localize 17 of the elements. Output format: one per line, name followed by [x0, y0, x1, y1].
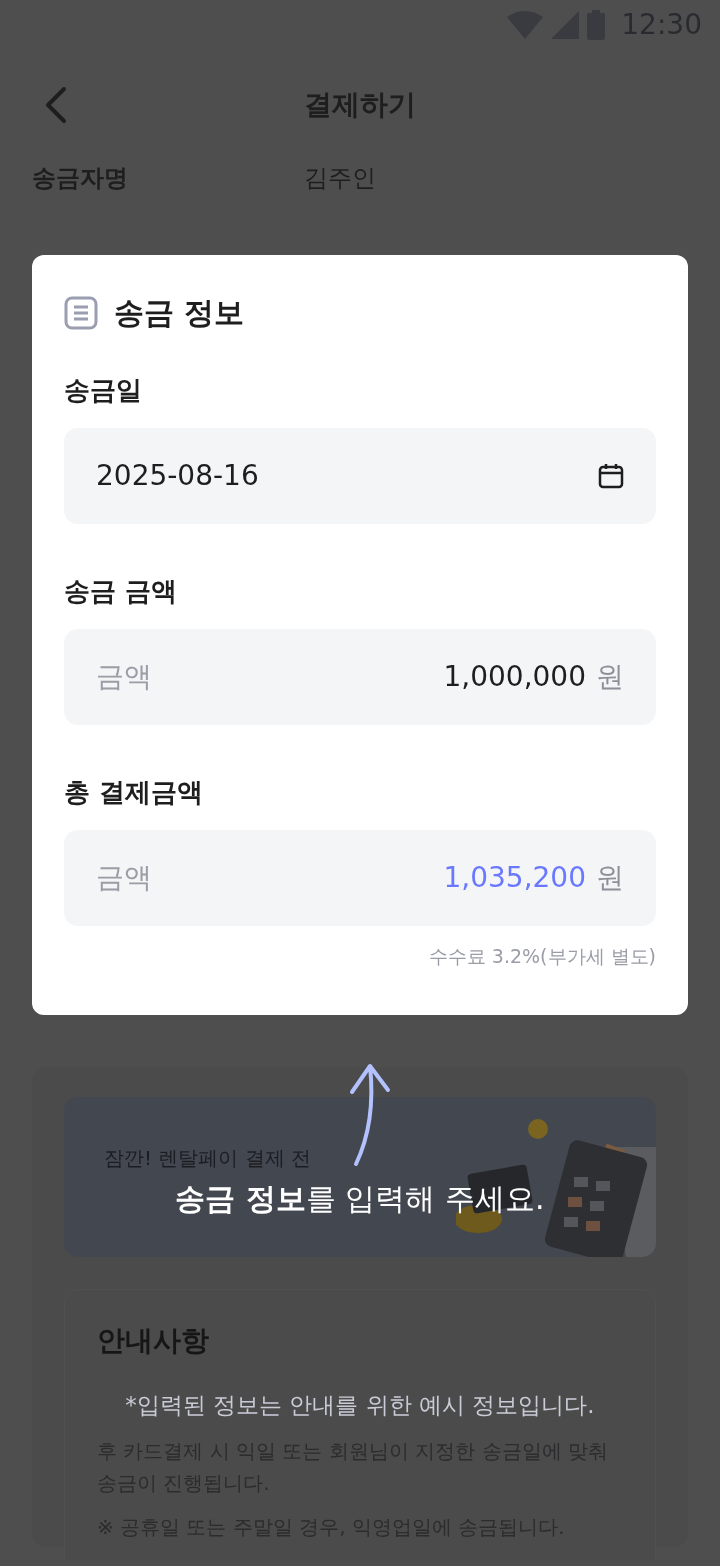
- amount-value: 1,035,200: [443, 860, 586, 896]
- field-prefix: 금액: [96, 659, 152, 695]
- amount-field[interactable]: 금액 1,000,000 원: [64, 629, 656, 725]
- field-label: 총 결제금액: [64, 776, 205, 809]
- amount-value: 1,000,000: [443, 659, 586, 695]
- field-label: 송금 금액: [64, 575, 179, 608]
- calendar-icon[interactable]: [598, 463, 624, 489]
- disclaimer-text: *입력된 정보는 안내를 위한 예시 정보입니다.: [125, 1392, 595, 1418]
- coach-message: 송금 정보를 입력해 주세요.: [175, 1181, 545, 1216]
- field-prefix: 금액: [96, 860, 152, 896]
- fee-note: 수수료 3.2%(부가세 별도): [427, 944, 656, 969]
- currency-unit: 원: [596, 860, 624, 896]
- date-field[interactable]: 2025-08-16: [64, 428, 656, 524]
- currency-unit: 원: [596, 659, 624, 695]
- document-icon: [64, 296, 98, 330]
- card-title: 송금 정보: [114, 295, 245, 331]
- field-label: 송금일: [64, 374, 143, 407]
